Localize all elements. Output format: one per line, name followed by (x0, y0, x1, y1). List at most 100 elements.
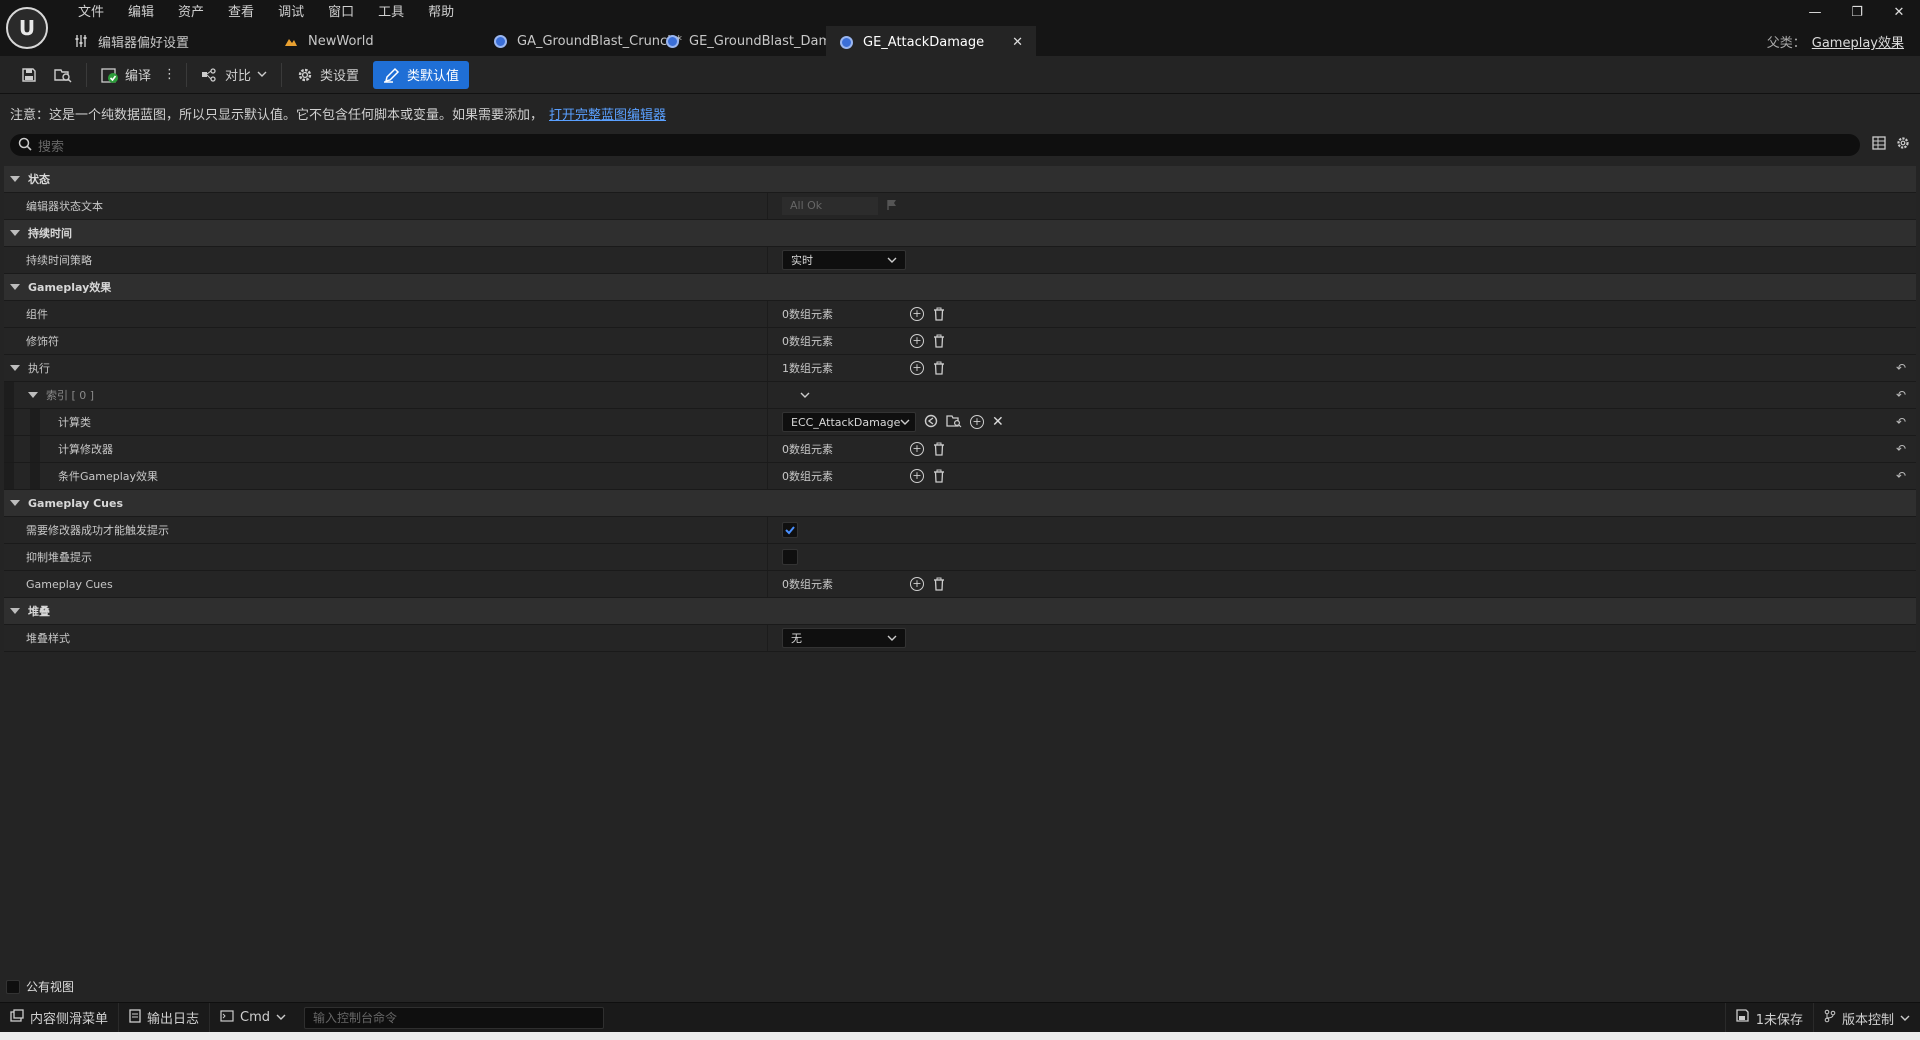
trash-icon[interactable] (932, 334, 946, 348)
menu-debug[interactable]: 调试 (266, 2, 316, 24)
save-button[interactable] (12, 61, 46, 89)
tree-rail (4, 409, 14, 435)
blueprint-icon (494, 34, 507, 48)
trash-icon[interactable] (932, 442, 946, 456)
open-full-editor-link[interactable]: 打开完整蓝图编辑器 (549, 108, 666, 123)
menu-bar: 文件 编辑 资产 查看 调试 窗口 工具 帮助 (66, 2, 466, 24)
trash-icon[interactable] (932, 469, 946, 483)
settings-gear-icon[interactable] (1896, 136, 1910, 153)
diff-button[interactable]: 对比 (193, 61, 275, 89)
menu-edit[interactable]: 编辑 (116, 2, 166, 24)
tab-ge-attackdamage[interactable]: GE_AttackDamage ✕ (826, 26, 1036, 56)
menu-file[interactable]: 文件 (66, 2, 116, 24)
compile-options-button[interactable]: ⋮ (159, 61, 180, 89)
expand-caret-icon[interactable] (10, 365, 20, 371)
array-count: 1数组元素 (782, 362, 833, 375)
source-control-button[interactable]: 版本控制 (1812, 1003, 1920, 1033)
tab-editor-preferences[interactable]: 编辑器偏好设置 (60, 26, 270, 56)
property-row-components: 组件 0数组元素 + (4, 301, 1916, 328)
unreal-logo-icon[interactable]: U (6, 7, 48, 49)
category-status[interactable]: 状态 (4, 166, 1916, 193)
title-bar: U 文件 编辑 资产 查看 调试 窗口 工具 帮助 编辑器偏好设置 NewWor… (0, 0, 1920, 56)
toolbar: 编译 ⋮ 对比 类设置 类默认值 (0, 56, 1920, 94)
browse-folder-icon (54, 66, 72, 84)
category-gameplay-effect[interactable]: Gameplay效果 (4, 274, 1916, 301)
reset-to-default-icon[interactable]: ↶ (1896, 361, 1906, 375)
add-element-icon[interactable]: + (910, 577, 924, 591)
reset-to-default-icon[interactable]: ↶ (1896, 442, 1906, 456)
trash-icon[interactable] (932, 361, 946, 375)
reset-to-default-icon[interactable]: ↶ (1896, 469, 1906, 483)
parent-class-label: 父类： (1766, 36, 1806, 51)
expand-caret-icon[interactable] (28, 392, 38, 398)
cmd-selector[interactable]: Cmd (210, 1003, 296, 1033)
browse-folder-icon[interactable] (946, 414, 962, 431)
add-element-icon[interactable]: + (910, 442, 924, 456)
suppress-stacking-checkbox[interactable] (782, 549, 798, 565)
expand-caret-icon[interactable] (10, 500, 20, 506)
trash-icon[interactable] (932, 307, 946, 321)
menu-window[interactable]: 窗口 (316, 2, 366, 24)
clear-icon[interactable]: ✕ (992, 414, 1004, 430)
use-selected-icon[interactable] (924, 414, 938, 431)
element-menu-chevron-icon[interactable] (800, 389, 810, 402)
add-element-icon[interactable]: + (910, 307, 924, 321)
category-duration[interactable]: 持续时间 (4, 220, 1916, 247)
parent-class-link[interactable]: Gameplay效果 (1812, 36, 1904, 51)
content-drawer-button[interactable]: 内容侧滑菜单 (0, 1002, 120, 1033)
stacking-type-dropdown[interactable]: 无 (782, 628, 906, 648)
class-settings-button[interactable]: 类设置 (288, 61, 367, 89)
class-defaults-button[interactable]: 类默认值 (373, 60, 470, 89)
close-window-icon[interactable]: ✕ (1878, 0, 1920, 24)
chevron-down-icon (887, 632, 897, 645)
property-row-suppress-stacking-cues: 抑制堆叠提示 (4, 544, 1916, 571)
reset-to-default-icon[interactable]: ↶ (1896, 415, 1906, 429)
tab-newworld[interactable]: NewWorld (270, 26, 480, 56)
add-element-icon[interactable]: + (910, 334, 924, 348)
data-only-notice: 注意：这是一个纯数据蓝图，所以只显示默认值。它不包含任何脚本或变量。如果需要添加… (10, 104, 666, 123)
calculation-class-picker[interactable]: ECC_AttackDamage (782, 412, 916, 432)
notice-text: 注意：这是一个纯数据蓝图，所以只显示默认值。它不包含任何脚本或变量。如果需要添加… (10, 108, 544, 123)
tree-rail (30, 409, 40, 435)
require-success-checkbox[interactable] (782, 522, 798, 538)
add-element-icon[interactable]: + (910, 469, 924, 483)
add-class-icon[interactable]: + (970, 415, 984, 429)
property-row-stacking-type: 堆叠样式 无 (4, 625, 1916, 652)
tab-ge-groundblast-damage[interactable]: GE_GroundBlast_Damage (652, 26, 855, 56)
expand-caret-icon[interactable] (10, 230, 20, 236)
unsaved-button[interactable]: 1未保存 (1724, 1003, 1813, 1033)
details-search-bar[interactable]: 搜索 (10, 134, 1860, 156)
browse-button[interactable] (46, 61, 80, 89)
menu-view[interactable]: 查看 (216, 2, 266, 24)
menu-help[interactable]: 帮助 (416, 2, 466, 24)
property-label: 计算修改器 (58, 443, 113, 456)
property-row-conditional-effects: 条件Gameplay效果 0数组元素 + ↶ (4, 463, 1916, 490)
add-element-icon[interactable]: + (910, 361, 924, 375)
tree-rail (30, 463, 40, 489)
expand-caret-icon[interactable] (10, 176, 20, 182)
expand-caret-icon[interactable] (10, 608, 20, 614)
terminal-icon (220, 1009, 234, 1026)
status-bar: 内容侧滑菜单 输出日志 Cmd 输入控制台命令 1未保存 版本控制 (0, 1002, 1920, 1033)
trash-icon[interactable] (932, 577, 946, 591)
menu-tools[interactable]: 工具 (366, 2, 416, 24)
close-tab-icon[interactable]: ✕ (1012, 35, 1023, 50)
restore-icon[interactable]: ❐ (1836, 0, 1878, 24)
property-row-duration-policy: 持续时间策略 实时 (4, 247, 1916, 274)
expand-caret-icon[interactable] (10, 284, 20, 290)
array-count: 0数组元素 (782, 308, 833, 321)
reset-to-default-icon[interactable]: ↶ (1896, 388, 1906, 402)
category-gameplay-cues[interactable]: Gameplay Cues (4, 490, 1916, 517)
console-command-input[interactable]: 输入控制台命令 (304, 1006, 605, 1029)
compile-button[interactable]: 编译 (93, 61, 159, 89)
category-stacking[interactable]: 堆叠 (4, 598, 1916, 625)
public-view-checkbox[interactable] (6, 979, 20, 994)
tab-ga-groundblast-crunch[interactable]: GA_GroundBlast_Crunch* (480, 26, 682, 56)
output-log-button[interactable]: 输出日志 (119, 1002, 211, 1033)
minimize-icon[interactable]: — (1794, 0, 1836, 24)
table-view-icon[interactable] (1872, 136, 1886, 153)
property-label: 条件Gameplay效果 (58, 470, 159, 483)
tree-rail (4, 382, 14, 408)
menu-asset[interactable]: 资产 (166, 2, 216, 24)
duration-policy-dropdown[interactable]: 实时 (782, 250, 906, 270)
